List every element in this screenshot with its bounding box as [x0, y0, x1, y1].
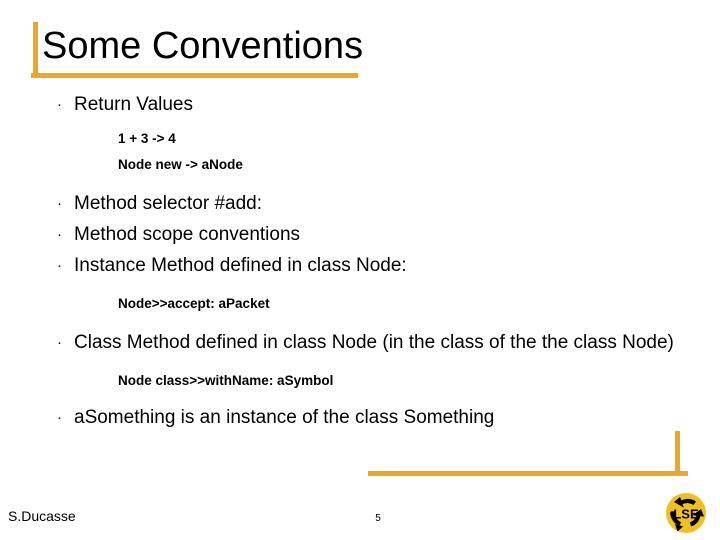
- bullet-icon: ·: [57, 226, 62, 243]
- footer-accent-horizontal-rule: [368, 471, 688, 476]
- title-accent-vertical-rule: [33, 22, 38, 78]
- list-item: · Return Values: [0, 92, 720, 117]
- bullet-icon: ·: [57, 96, 62, 113]
- code-line: 1 + 3 -> 4: [118, 131, 176, 146]
- lse-logo-icon: LSE: [661, 489, 711, 537]
- list-item-label: Class Method defined in class Node (in t…: [74, 332, 674, 353]
- bullet-icon: ·: [57, 334, 62, 351]
- slide-body: · Return Values 1 + 3 -> 4 Node new -> a…: [0, 92, 720, 430]
- page-number: 5: [375, 513, 381, 524]
- list-item: · Method scope conventions: [0, 222, 720, 247]
- title-accent-horizontal-rule: [31, 73, 358, 78]
- list-item: · Instance Method defined in class Node:: [0, 253, 720, 278]
- bullet-icon: ·: [57, 409, 62, 426]
- footer-author: S.Ducasse: [8, 508, 76, 524]
- page-title: Some Conventions: [42, 25, 364, 67]
- presentation-slide: Some Conventions · Return Values 1 + 3 -…: [0, 0, 720, 540]
- code-line: Node>>accept: aPacket: [118, 296, 270, 311]
- lse-logo-text: LSE: [673, 507, 699, 522]
- list-item-label: Return Values: [74, 94, 193, 115]
- code-line: Node new -> aNode: [118, 157, 243, 172]
- code-line: Node class>>withName: aSymbol: [118, 373, 334, 388]
- list-item: · aSomething is an instance of the class…: [0, 405, 720, 430]
- list-item: · Class Method defined in class Node (in…: [0, 330, 720, 355]
- list-item-label: Method selector #add:: [74, 193, 263, 214]
- list-item-label: Method scope conventions: [74, 224, 301, 245]
- bullet-icon: ·: [57, 257, 62, 274]
- list-item: · Method selector #add:: [0, 191, 720, 216]
- bullet-icon: ·: [57, 195, 62, 212]
- footer-accent-vertical-rule: [675, 431, 680, 476]
- list-item-label: Instance Method defined in class Node:: [74, 255, 407, 276]
- list-item-label: aSomething is an instance of the class S…: [74, 407, 495, 428]
